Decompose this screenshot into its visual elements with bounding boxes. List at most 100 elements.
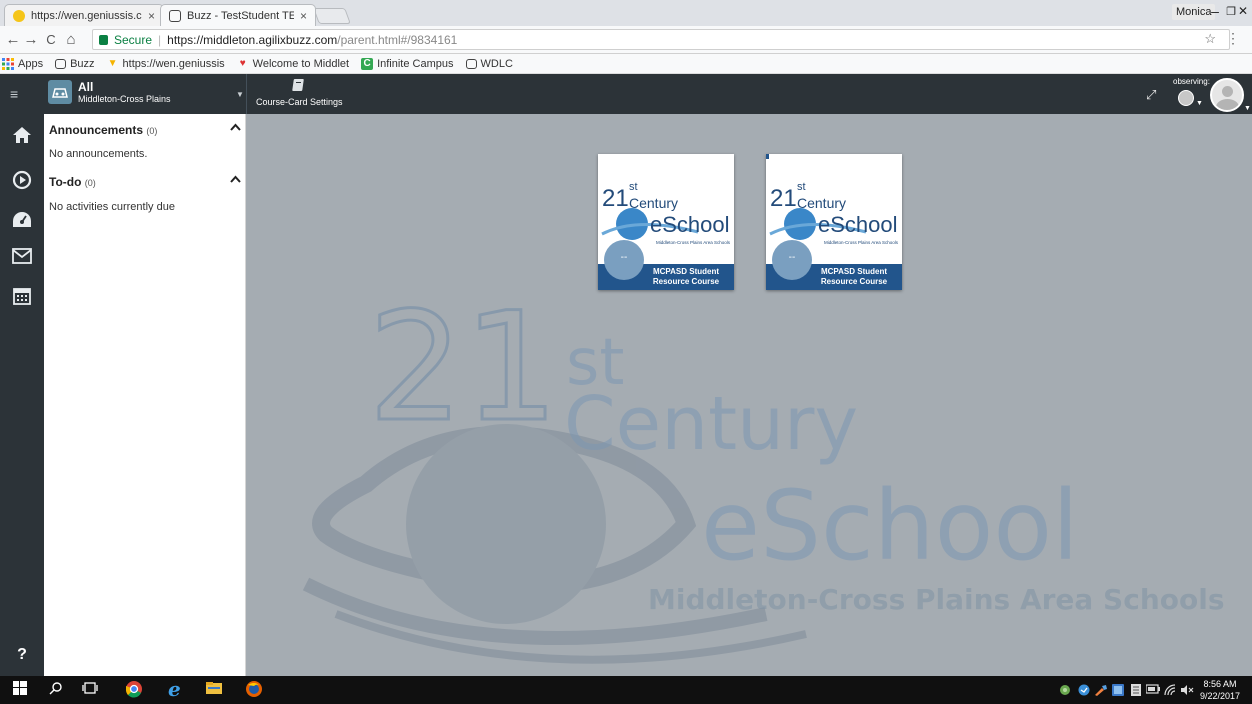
book-icon	[256, 78, 343, 95]
bookmark-geniussis[interactable]: ▼ https://wen.geniussis	[107, 58, 225, 70]
network-people-icon[interactable]	[1058, 684, 1072, 699]
svg-text:st: st	[629, 181, 638, 193]
battery-icon	[1145, 684, 1160, 697]
bookmark-buzz[interactable]: Buzz	[55, 57, 95, 70]
bookmark-middleton[interactable]: ♥ Welcome to Middlet	[237, 58, 349, 70]
todo-count: (0)	[84, 178, 96, 188]
url-host: https://middleton.agilixbuzz.com	[167, 32, 338, 47]
tab-close-icon[interactable]: ×	[300, 9, 307, 23]
bookmark-label: WDLC	[480, 57, 513, 70]
wifi-icon[interactable]	[1164, 684, 1176, 699]
left-nav-rail: ?	[0, 114, 44, 676]
announcements-header[interactable]: Announcements (0)	[49, 123, 243, 137]
url-separator: |	[158, 32, 162, 47]
browser-menu-icon[interactable]: ⋮	[1226, 30, 1240, 47]
tab-close-icon[interactable]: ×	[148, 9, 155, 23]
chevron-up-icon[interactable]	[230, 122, 241, 134]
address-bar[interactable]: Secure | https://middleton.agilixbuzz.co…	[92, 29, 1230, 50]
bookmark-label: Welcome to Middlet	[252, 57, 350, 70]
mcpasd-icon: ♥	[239, 57, 246, 69]
infinite-campus-icon: C	[361, 57, 374, 70]
bookmark-label: Apps	[18, 57, 44, 70]
domain-scope-label: All	[78, 80, 94, 94]
bookmarks-bar: Apps Buzz ▼ https://wen.geniussis ♥ Welc…	[0, 54, 1252, 74]
todo-header[interactable]: To-do (0)	[49, 175, 243, 189]
forward-arrow-icon[interactable]: →	[22, 31, 40, 48]
tab-title: https://wen.geniussis.co	[31, 9, 142, 22]
bookmark-label: Infinite Campus	[377, 57, 454, 70]
play-circle-icon[interactable]	[0, 170, 44, 195]
svg-text:Middleton-Cross Plains Area Sc: Middleton-Cross Plains Area Schools	[648, 583, 1225, 616]
app-tray-icon[interactable]	[1112, 684, 1124, 699]
browser-tab-buzz[interactable]: Buzz - TestStudent TEST ×	[160, 4, 316, 26]
lock-icon	[99, 34, 108, 45]
genius-favicon-icon	[13, 9, 25, 22]
calendar-icon[interactable]	[0, 286, 44, 311]
bookmark-infinite-campus[interactable]: C Infinite Campus	[361, 57, 454, 70]
domain-selector[interactable]: All Middleton-Cross Plains	[48, 80, 171, 104]
apps-grid-icon	[2, 57, 14, 70]
bookmark-label: Buzz	[70, 57, 95, 70]
windows-start-icon[interactable]	[10, 680, 30, 700]
tools-icon[interactable]	[1094, 684, 1108, 699]
firefox-icon[interactable]	[244, 680, 264, 700]
course-card[interactable]: 21 st Century eSchool Middleton-Cross Pl…	[766, 154, 902, 290]
bookmark-label: https://wen.geniussis	[122, 57, 225, 70]
back-arrow-icon[interactable]: ←	[4, 31, 22, 48]
browser-toolbar: ← → C ⌂ Secure | https://middleton.agili…	[0, 26, 1252, 54]
reload-icon[interactable]: C	[42, 32, 60, 47]
domain-name-label: Middleton-Cross Plains	[78, 94, 171, 104]
activity-panel: Announcements (0) No announcements. To-d…	[44, 114, 246, 676]
tab-title: Buzz - TestStudent TEST	[187, 9, 294, 22]
observed-student-avatar[interactable]	[1178, 90, 1194, 106]
course-card-title-line2: Resource Course	[820, 277, 888, 286]
course-card-title-line1: MCPASD Student	[652, 267, 720, 276]
windows-taskbar: e 8:56 AM 9/22/2017	[0, 676, 1252, 704]
announcements-empty-text: No announcements.	[49, 148, 148, 160]
chat-app-icon[interactable]	[1078, 684, 1090, 699]
new-tab-button[interactable]	[313, 8, 351, 24]
course-grade-badge: --	[604, 240, 644, 280]
close-window-icon[interactable]: ✕	[1234, 4, 1252, 18]
volume-muted-icon[interactable]	[1180, 684, 1194, 699]
expand-icon[interactable]: ⤢	[1146, 87, 1156, 103]
home-icon[interactable]: ⌂	[62, 31, 80, 48]
svg-text:e: e	[168, 680, 181, 698]
svg-text:Middleton-Cross Plains Area Sc: Middleton-Cross Plains Area Schools	[656, 240, 731, 245]
course-card-title-line2: Resource Course	[652, 277, 720, 286]
help-icon[interactable]: ?	[0, 646, 44, 664]
course-card-title-line1: MCPASD Student	[820, 267, 888, 276]
user-avatar[interactable]	[1210, 78, 1244, 112]
hamburger-menu-icon[interactable]: ≡	[10, 86, 18, 102]
bookmark-star-icon[interactable]: ☆	[1204, 31, 1216, 47]
file-explorer-icon[interactable]	[204, 680, 224, 700]
system-clock[interactable]: 8:56 AM 9/22/2017	[1200, 678, 1240, 702]
clock-time: 8:56 AM	[1203, 679, 1237, 689]
chevron-up-icon[interactable]	[230, 174, 241, 186]
bookmark-apps[interactable]: Apps	[2, 57, 44, 70]
dashboard-gauge-icon[interactable]	[0, 210, 44, 235]
caret-down-icon[interactable]: ▼	[1244, 105, 1251, 112]
internet-explorer-icon[interactable]: e	[166, 677, 186, 701]
browser-tab-strip: https://wen.geniussis.co × Buzz - TestSt…	[0, 0, 1252, 26]
chrome-icon[interactable]	[124, 680, 144, 700]
task-view-icon[interactable]	[80, 680, 100, 700]
course-card[interactable]: 21 st Century eSchool Middleton-Cross Pl…	[598, 154, 734, 290]
observing-label: observing:	[1173, 77, 1210, 86]
browser-tab-geniussis[interactable]: https://wen.geniussis.co ×	[4, 4, 164, 26]
app-header: ≡ All Middleton-Cross Plains ▼ Course-Ca…	[0, 74, 1252, 114]
caret-down-icon[interactable]: ▼	[236, 90, 244, 99]
announcements-count: (0)	[146, 126, 158, 136]
search-icon[interactable]	[46, 680, 66, 700]
buzz-logo-icon	[48, 80, 72, 104]
svg-text:st: st	[797, 181, 806, 193]
bookmark-wdlc[interactable]: WDLC	[465, 57, 513, 70]
svg-text:Century: Century	[564, 381, 858, 467]
notes-icon[interactable]	[1130, 684, 1142, 699]
svg-text:eSchool: eSchool	[650, 212, 730, 237]
caret-down-icon[interactable]: ▼	[1196, 100, 1203, 107]
svg-text:21: 21	[602, 185, 629, 212]
course-card-settings-button[interactable]: Course-Card Settings	[256, 78, 343, 107]
home-icon[interactable]	[0, 126, 44, 149]
mail-icon[interactable]	[0, 248, 44, 269]
